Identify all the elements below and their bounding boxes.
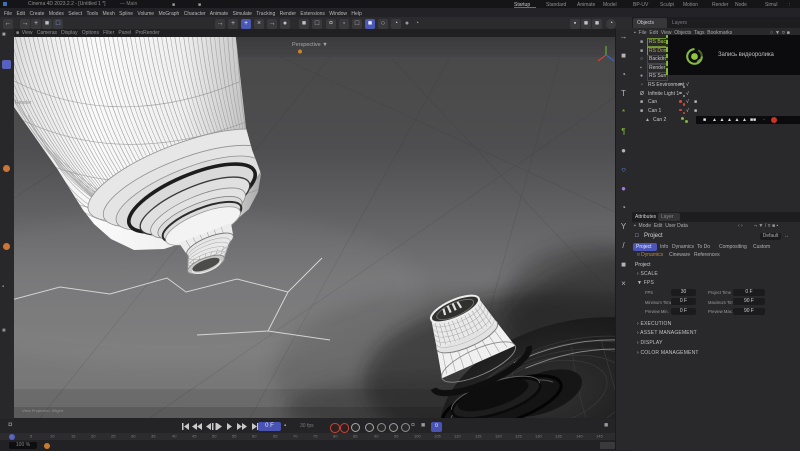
svg-text:Render: Render [15,100,32,106]
svg-text:View Projection: Wigert: View Projection: Wigert [22,408,64,413]
svg-text:Perspective ▼: Perspective ▼ [292,42,328,48]
